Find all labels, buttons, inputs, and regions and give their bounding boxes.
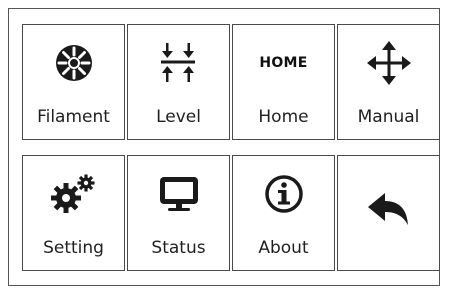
move-arrows-icon <box>338 41 439 85</box>
monitor-icon <box>128 174 229 214</box>
about-label: About <box>258 238 309 258</box>
filament-icon <box>23 43 124 83</box>
level-button[interactable]: Level <box>127 24 230 140</box>
setting-label: Setting <box>43 238 104 258</box>
filament-label: Filament <box>37 107 110 127</box>
home-icon-text: HOME <box>259 55 308 71</box>
level-icon <box>128 43 229 83</box>
status-button[interactable]: Status <box>127 155 230 271</box>
home-label: Home <box>258 107 309 127</box>
setting-button[interactable]: Setting <box>22 155 125 271</box>
status-label: Status <box>151 238 206 258</box>
gears-icon <box>23 174 124 214</box>
about-button[interactable]: About <box>232 155 335 271</box>
home-button[interactable]: HOME Home <box>232 24 335 140</box>
back-button[interactable] <box>337 155 440 271</box>
info-icon <box>233 174 334 214</box>
level-label: Level <box>156 107 201 127</box>
manual-button[interactable]: Manual <box>337 24 440 140</box>
manual-label: Manual <box>357 107 420 127</box>
filament-button[interactable]: Filament <box>22 24 125 140</box>
back-arrow-icon <box>338 190 439 230</box>
home-icon: HOME <box>233 43 334 83</box>
